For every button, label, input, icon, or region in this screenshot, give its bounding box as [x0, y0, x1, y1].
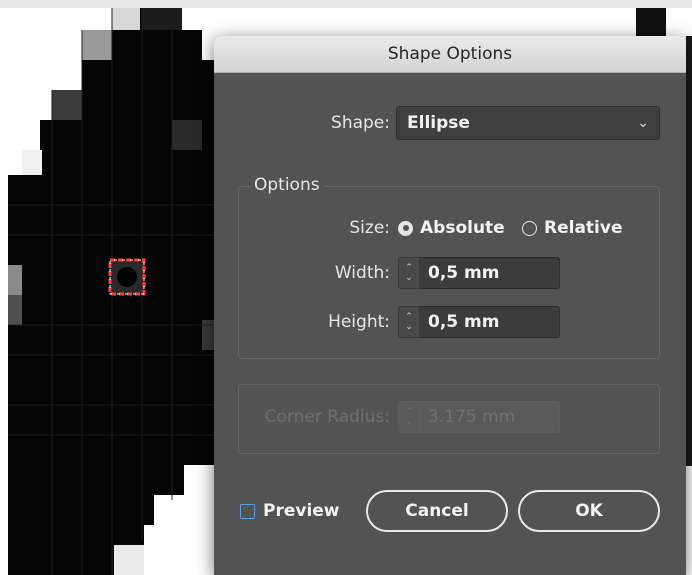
preview-label: Preview	[263, 501, 340, 521]
dialog-titlebar[interactable]: Shape Options	[214, 36, 686, 73]
corner-radius-field-group: ⌃ ⌄ 3.175 mm	[398, 401, 560, 433]
selected-ellipse	[108, 258, 146, 296]
corner-radius-label: Corner Radius:	[264, 407, 390, 427]
height-field-group: ⌃ ⌄ 0,5 mm	[398, 306, 560, 338]
size-absolute-option[interactable]: Absolute	[398, 214, 505, 242]
corner-radius-input: 3.175 mm	[420, 401, 560, 433]
radio-unselected-icon[interactable]	[522, 220, 537, 236]
radio-selected-icon[interactable]	[398, 220, 413, 236]
height-label: Height:	[328, 312, 390, 332]
shape-select[interactable]: Ellipse ⌄	[396, 106, 660, 140]
shape-options-dialog: Shape Options Shape: Ellipse ⌄ Options S…	[214, 36, 686, 575]
size-relative-option[interactable]: Relative	[522, 214, 622, 242]
width-label: Width:	[334, 263, 390, 283]
height-input[interactable]: 0,5 mm	[420, 306, 560, 338]
size-absolute-label: Absolute	[420, 218, 505, 238]
shape-select-value: Ellipse	[407, 113, 470, 133]
height-stepper-icon[interactable]: ⌃ ⌄	[398, 306, 420, 338]
checkbox-icon[interactable]	[240, 503, 255, 519]
options-group-title: Options	[250, 175, 324, 195]
corner-radius-stepper-icon: ⌃ ⌄	[398, 401, 420, 433]
ok-button[interactable]: OK	[518, 490, 660, 532]
size-label: Size:	[349, 218, 390, 238]
width-input[interactable]: 0,5 mm	[420, 257, 560, 289]
chevron-down-icon: ⌄	[637, 115, 649, 131]
cancel-button[interactable]: Cancel	[366, 490, 508, 532]
size-relative-label: Relative	[544, 218, 623, 238]
dialog-title: Shape Options	[387, 44, 513, 64]
width-stepper-icon[interactable]: ⌃ ⌄	[398, 257, 420, 289]
shape-label: Shape:	[331, 113, 390, 133]
preview-checkbox-row[interactable]: Preview	[240, 498, 340, 524]
width-field-group: ⌃ ⌄ 0,5 mm	[398, 257, 560, 289]
